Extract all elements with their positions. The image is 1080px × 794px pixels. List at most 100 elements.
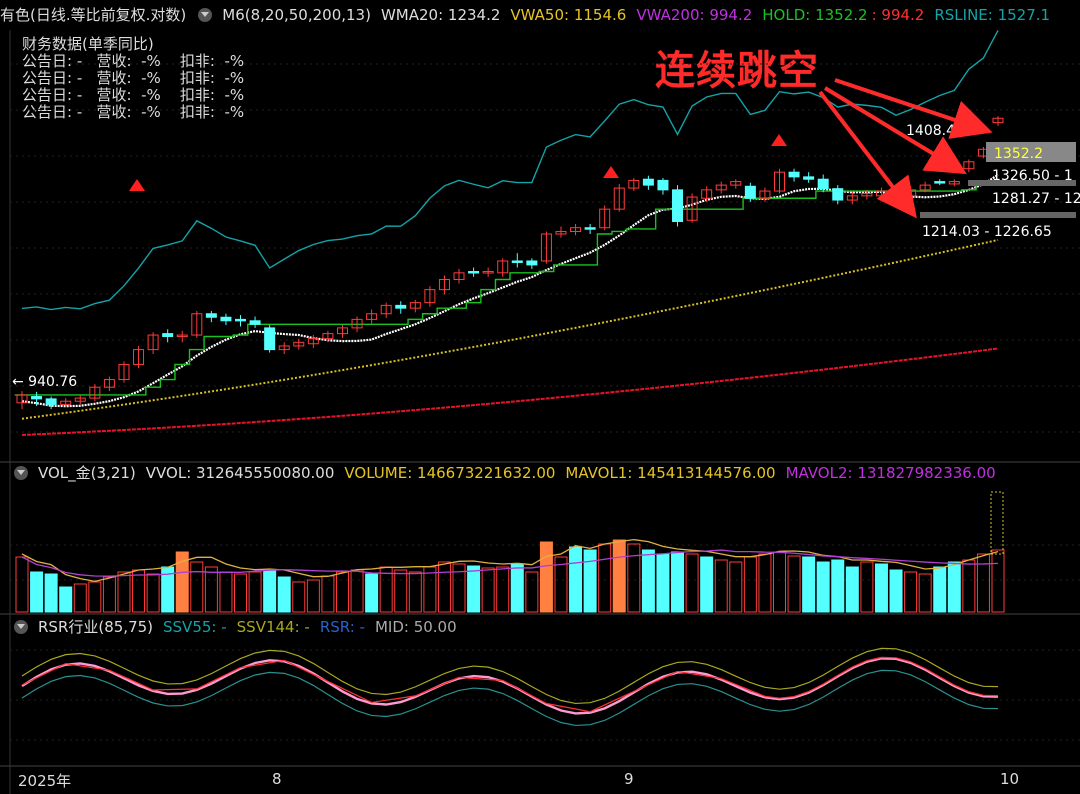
volume-bar (263, 569, 277, 613)
volume-bar (700, 556, 714, 613)
volume-bar (306, 579, 320, 613)
volume-bar (44, 573, 58, 613)
candle-body (744, 185, 756, 199)
volume-bar (335, 571, 349, 613)
candle-body (220, 316, 232, 322)
volume-bar (671, 551, 685, 613)
ma8-line (21, 173, 999, 408)
ssv55-line (21, 669, 999, 727)
volume-bar (947, 561, 961, 613)
volume-bar (277, 576, 291, 613)
candle-body (395, 304, 407, 309)
signal-triangle (129, 179, 145, 191)
mid-label: MID: 50.00 (374, 618, 457, 636)
volume-bar (321, 575, 335, 613)
volume-bar (772, 551, 786, 613)
candle-body (657, 179, 669, 191)
dropdown-icon[interactable] (14, 620, 28, 634)
volume-bar (904, 571, 918, 613)
candle-body (235, 318, 247, 322)
volume-bar (612, 539, 626, 613)
volume-bar (802, 556, 816, 613)
gap-band (920, 212, 1076, 218)
candle-body (205, 313, 217, 318)
volume-bar (598, 543, 612, 613)
candle-body (31, 396, 43, 400)
gap3-label: 1214.03 - 1226.65 (922, 224, 1052, 240)
volume-bar (365, 573, 379, 613)
x-label-aug: 8 (272, 770, 282, 788)
candle-body (934, 181, 946, 184)
volume-bar (787, 555, 801, 613)
candle-body (788, 171, 800, 178)
gap1-label: 1326.50 - 1 (992, 168, 1073, 184)
ssv55-label: SSV55: - (163, 618, 227, 636)
candle-body (803, 176, 815, 180)
candle-body (817, 178, 829, 190)
mavol2-label: MAVOL2: 131827982336.00 (785, 464, 996, 482)
volume-bar (583, 549, 597, 613)
rsr-title: RSR行业(85,75) (38, 618, 154, 636)
candle-body (672, 189, 684, 222)
volume-bar (510, 563, 524, 613)
volume-bar (656, 553, 670, 613)
ma200-line (21, 347, 999, 436)
ma50-line (21, 238, 999, 420)
volume-bar (437, 561, 451, 613)
start-price-label: ← 940.76 (12, 374, 77, 390)
x-label-year: 2025年 (18, 772, 72, 790)
volume-bar (15, 556, 29, 613)
candle-body (832, 188, 844, 201)
rsline (21, 30, 999, 311)
volume-bar (627, 543, 641, 613)
vol-header: VOL_金(3,21) VVOL: 312645550080.00 VOLUME: … (0, 458, 1080, 488)
volume-bar (569, 546, 583, 613)
volume-bar (30, 571, 44, 613)
volume-label: VOLUME: 146673221632.00 (344, 464, 556, 482)
volume-bar (976, 553, 990, 613)
volume-bar (350, 569, 364, 613)
candle-body (264, 327, 276, 351)
volume-bar (816, 561, 830, 613)
volume-bar (102, 576, 116, 613)
gap2-label: 1281.27 - 129 (992, 191, 1080, 207)
volume-bar (889, 569, 903, 613)
candle-body (526, 260, 538, 266)
volume-bar (758, 553, 772, 613)
candle-body (584, 227, 596, 230)
hold-tag-label: 1352.2 (994, 146, 1043, 162)
volume-bar (408, 571, 422, 613)
volume-bar (962, 559, 976, 613)
volume-bar (525, 571, 539, 613)
volume-bar (641, 549, 655, 613)
volume-bar (248, 571, 262, 613)
volume-bar (874, 563, 888, 613)
volume-bar (88, 581, 102, 613)
x-label-sep: 9 (624, 770, 634, 788)
volume-bar (831, 559, 845, 613)
candle-body (468, 271, 480, 274)
signal-triangle (771, 134, 787, 146)
candle-body (162, 333, 174, 337)
candle-body (249, 320, 261, 325)
volume-bar (117, 571, 131, 613)
volume-bar (743, 556, 757, 613)
volume-bar (685, 553, 699, 613)
vvol-label: VVOL: 312645550080.00 (145, 464, 335, 482)
signal-triangle (603, 166, 619, 178)
volume-bar (59, 586, 73, 613)
rsr-label: RSR: - (319, 618, 365, 636)
mavol1-label: MAVOL1: 145413144576.00 (565, 464, 776, 482)
volume-bar (991, 549, 1005, 613)
volume-bar (860, 561, 874, 613)
candle-body (511, 260, 523, 263)
volume-bar (394, 569, 408, 613)
candle-body (45, 398, 57, 405)
dropdown-icon[interactable] (14, 466, 28, 480)
volume-bar (496, 566, 510, 613)
vol-title: VOL_金(3,21) (38, 464, 136, 482)
rsr-highlight-line (21, 656, 999, 713)
chart-canvas: ← 940.761408.43 →1352.21326.50 - 11281.2… (0, 30, 1080, 794)
volume-bar (219, 571, 233, 613)
volume-bar (729, 561, 743, 613)
